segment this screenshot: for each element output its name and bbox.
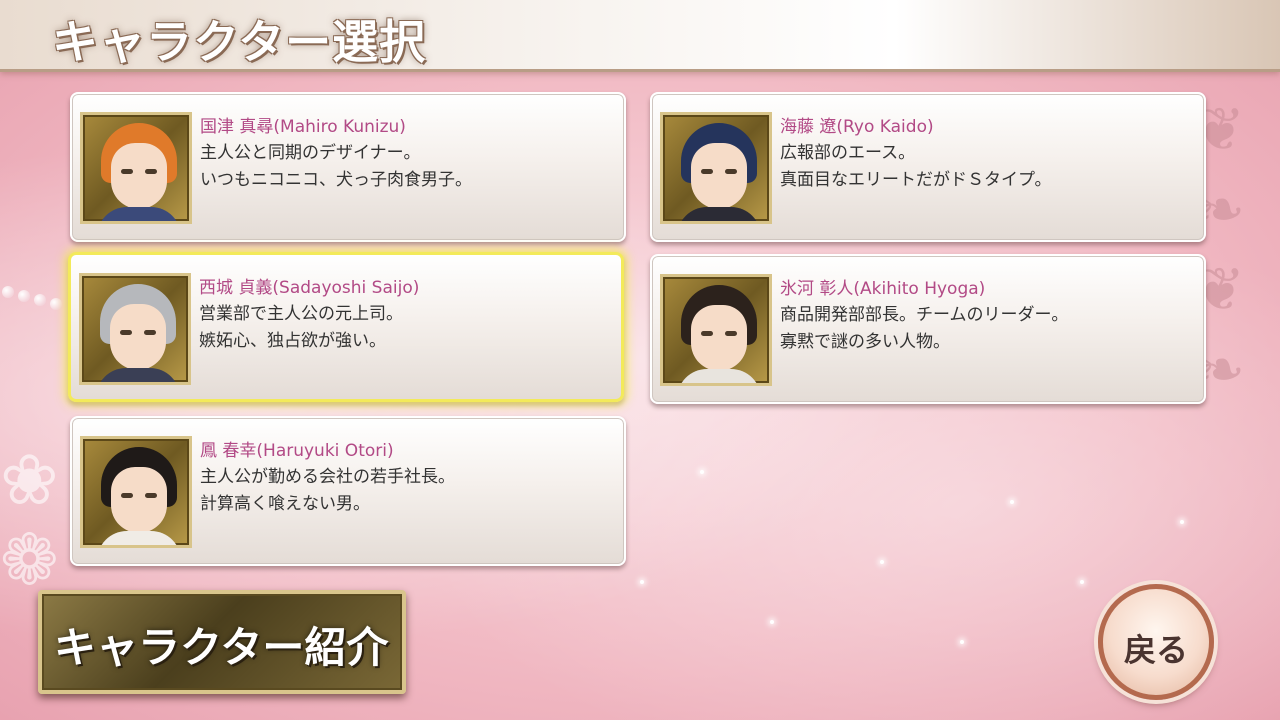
character-portrait [79,273,191,385]
decorative-bead [18,290,30,302]
description-line: 営業部で主人公の元上司。 [199,304,403,324]
description-line: 計算高く喰えない男。 [200,494,370,514]
sparkle [640,580,644,584]
character-card-haruyuki[interactable]: 鳳 春幸(Haruyuki Otori) 主人公が勤める会社の若手社長。 計算高… [70,416,626,566]
sparkle [700,470,704,474]
character-description: 営業部で主人公の元上司。 嫉妬心、独占欲が強い。 [199,301,403,355]
character-card-ryo[interactable]: 海藤 遼(Ryo Kaido) 広報部のエース。 真面目なエリートだがドＳタイプ… [650,92,1206,242]
description-line: いつもニコニコ、犬っ子肉食男子。 [200,170,472,190]
character-description: 商品開発部部長。チームのリーダー。 寡黙で謎の多い人物。 [780,302,1068,356]
character-intro-label: キャラクター紹介 [54,623,389,672]
character-card-akihito[interactable]: 氷河 彰人(Akihito Hyoga) 商品開発部部長。チームのリーダー。 寡… [650,254,1206,404]
character-portrait [80,112,192,224]
header-bar: キャラクター選択 [0,0,1280,72]
back-button[interactable]: 戻る [1098,584,1214,700]
sparkle [1010,500,1014,504]
description-line: 広報部のエース。 [780,143,916,163]
character-name: 西城 貞義(Sadayoshi Saijo) [199,278,420,298]
description-line: 主人公が勤める会社の若手社長。 [200,467,455,487]
sparkle [880,560,884,564]
character-portrait [80,436,192,548]
character-name: 国津 真尋(Mahiro Kunizu) [200,117,406,137]
decorative-bead [2,286,14,298]
character-card-sadayoshi[interactable]: 西城 貞義(Sadayoshi Saijo) 営業部で主人公の元上司。 嫉妬心、… [68,252,624,402]
description-line: 主人公と同期のデザイナー。 [200,143,421,163]
sparkle [960,640,964,644]
character-name: 氷河 彰人(Akihito Hyoga) [780,279,986,299]
character-portrait [660,112,772,224]
description-line: 商品開発部部長。チームのリーダー。 [780,305,1069,325]
character-card-mahiro[interactable]: 国津 真尋(Mahiro Kunizu) 主人公と同期のデザイナー。 いつもニコ… [70,92,626,242]
character-description: 主人公が勤める会社の若手社長。 計算高く喰えない男。 [200,464,455,518]
description-line: 真面目なエリートだがドＳタイプ。 [780,170,1052,190]
character-name: 鳳 春幸(Haruyuki Otori) [200,441,394,461]
character-intro-button[interactable]: キャラクター紹介 [38,590,406,694]
character-description: 主人公と同期のデザイナー。 いつもニコニコ、犬っ子肉食男子。 [200,140,472,194]
sparkle [1080,580,1084,584]
sparkle [1180,520,1184,524]
decorative-bead [34,294,46,306]
character-portrait [660,274,772,386]
page-title: キャラクター選択 [52,15,427,69]
character-description: 広報部のエース。 真面目なエリートだがドＳタイプ。 [780,140,1052,194]
sparkle [770,620,774,624]
character-name: 海藤 遼(Ryo Kaido) [780,117,934,137]
description-line: 寡黙で謎の多い人物。 [780,332,950,352]
back-label: 戻る [1123,631,1188,669]
decorative-bead [50,298,62,310]
description-line: 嫉妬心、独占欲が強い。 [199,331,386,351]
